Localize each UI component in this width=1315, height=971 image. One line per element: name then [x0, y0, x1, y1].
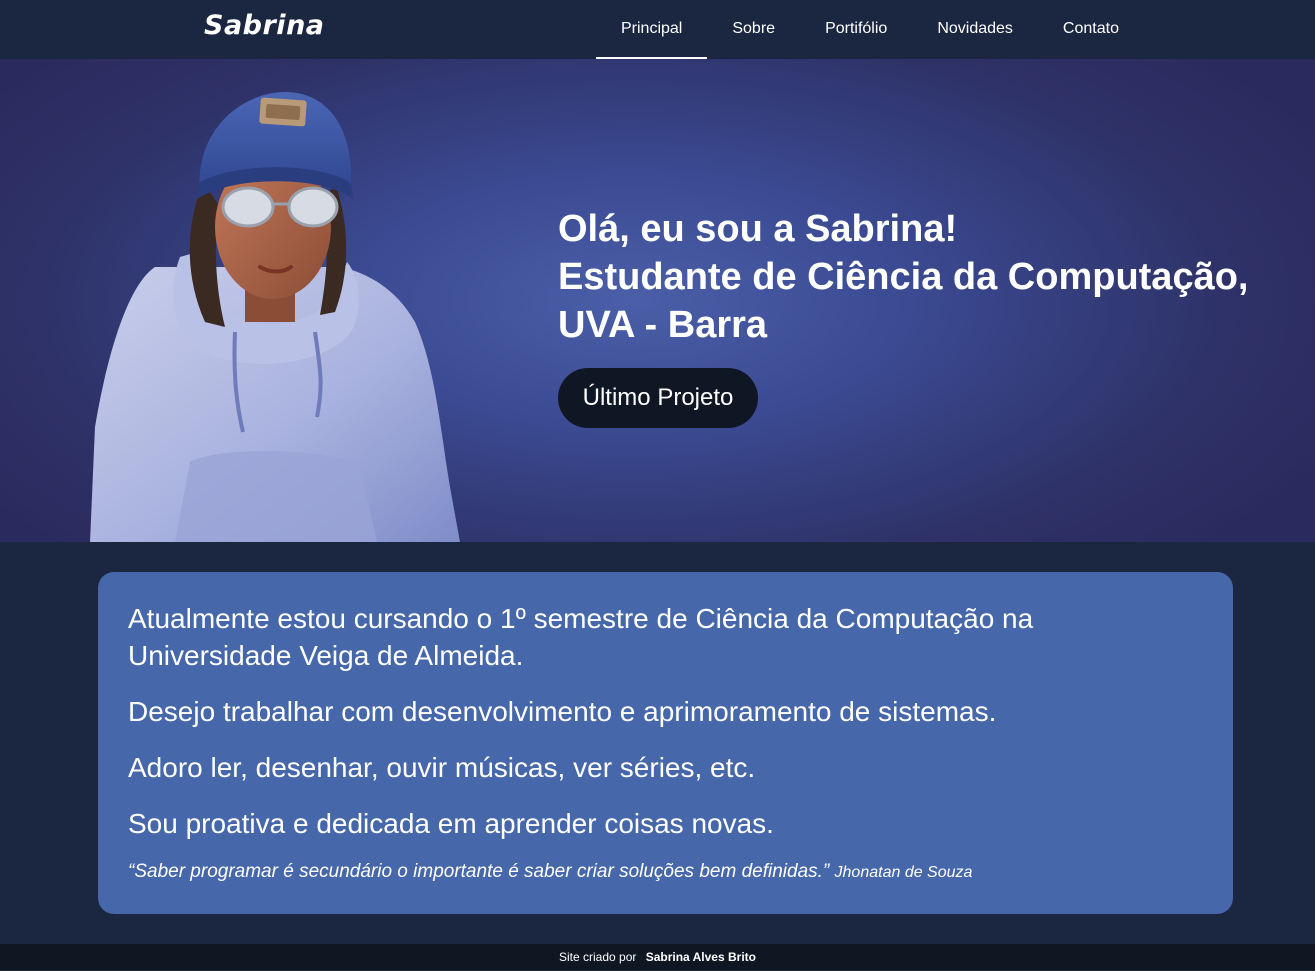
about-paragraph: Atualmente estou cursando o 1º semestre …	[128, 603, 1034, 671]
nav-item-sobre[interactable]: Sobre	[707, 0, 800, 59]
quote-author: Jhonatan de Souza	[834, 864, 973, 881]
avatar-illustration	[85, 87, 475, 542]
hero-section: Olá, eu sou a Sabrina! Estudante de Ciên…	[0, 59, 1315, 542]
footer-prefix: Site criado por	[559, 950, 637, 964]
brand-logo[interactable]: Sabrina	[204, 10, 325, 41]
about-card: Atualmente estou cursando o 1º semestre …	[98, 572, 1233, 914]
nav-item-novidades[interactable]: Novidades	[912, 0, 1038, 59]
footer: Site criado por Sabrina Alves Brito	[0, 944, 1315, 970]
hero-headline-line1: Olá, eu sou a Sabrina!	[558, 208, 958, 250]
hero-headline-line3: UVA - Barra	[558, 304, 768, 346]
quote-text: “Saber programar é secundário o importan…	[128, 861, 830, 882]
navbar: Sabrina Principal Sobre Portifólio Novid…	[0, 0, 1315, 59]
nav-item-principal[interactable]: Principal	[596, 0, 708, 59]
hero-headline-line2: Estudante de Ciência da Computação,	[558, 256, 1249, 298]
nav-item-portifolio[interactable]: Portifólio	[800, 0, 912, 59]
hero-headline: Olá, eu sou a Sabrina! Estudante de Ciên…	[558, 205, 1248, 349]
nav-links: Principal Sobre Portifólio Novidades Con…	[596, 0, 1144, 59]
footer-author-name: Sabrina Alves Brito	[645, 950, 756, 964]
about-paragraph: Desejo trabalhar com desenvolvimento e a…	[128, 696, 997, 727]
latest-project-button[interactable]: Último Projeto	[558, 368, 758, 428]
about-paragraph: Sou proativa e dedicada em aprender cois…	[128, 808, 774, 839]
nav-item-contato[interactable]: Contato	[1038, 0, 1144, 59]
quote: “Saber programar é secundário o importan…	[128, 861, 1203, 883]
about-paragraph: Adoro ler, desenhar, ouvir músicas, ver …	[128, 752, 756, 783]
